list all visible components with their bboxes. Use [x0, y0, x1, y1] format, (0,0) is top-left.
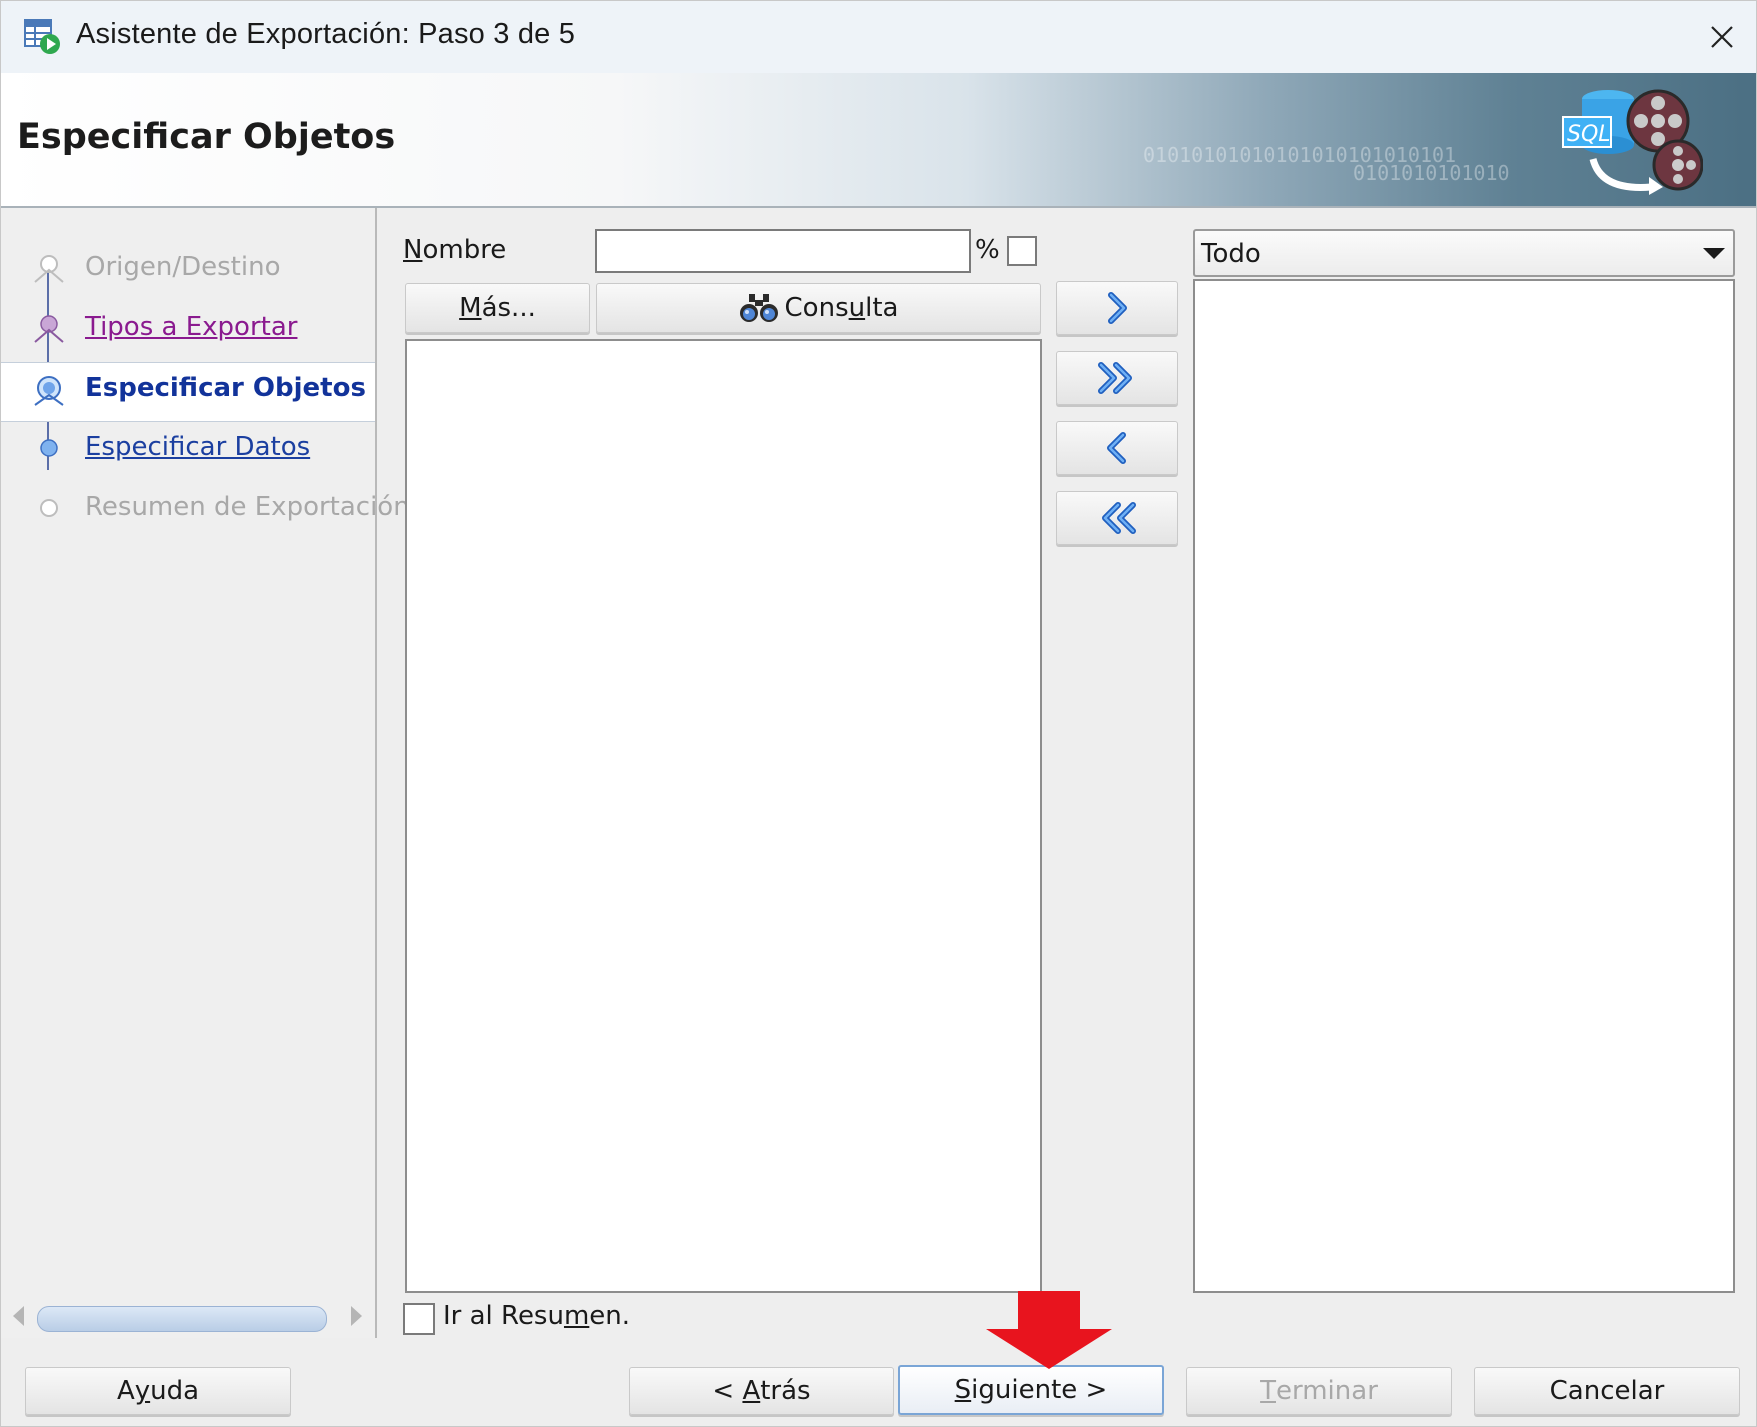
binary-decoration: 0101010101010 [1353, 161, 1510, 185]
export-wizard-dialog: Asistente de Exportación: Paso 3 de 5 Es… [0, 0, 1757, 1427]
scroll-left-icon[interactable] [13, 1306, 24, 1326]
close-icon [1711, 26, 1733, 48]
chevron-right-icon [1108, 292, 1127, 324]
goto-summary-checkbox[interactable] [403, 1303, 435, 1335]
step-resumen-de-exportacion: Resumen de Exportación [1, 482, 410, 538]
name-filter-input[interactable] [595, 229, 971, 273]
name-filter-label: Nombre [403, 235, 507, 265]
object-type-selected-value: Todo [1201, 239, 1261, 269]
available-objects-list[interactable] [405, 339, 1042, 1293]
close-button[interactable] [1686, 1, 1756, 73]
move-all-left-button[interactable] [1056, 491, 1178, 545]
steps-horizontal-scrollbar[interactable] [5, 1300, 367, 1334]
step-node-icon [34, 315, 64, 343]
step-label: Resumen de Exportación [85, 492, 410, 522]
step-label[interactable]: Especificar Datos [85, 432, 310, 462]
header-banner: Especificar Objetos 01010101010101010101… [1, 73, 1756, 208]
scroll-right-icon[interactable] [351, 1306, 362, 1326]
double-chevron-left-icon [1102, 502, 1136, 534]
window-title: Asistente de Exportación: Paso 3 de 5 [76, 18, 576, 50]
more-button[interactable]: Más... [405, 283, 590, 333]
finish-button: Terminar [1186, 1367, 1452, 1415]
object-type-select[interactable]: Todo [1193, 229, 1735, 277]
step-node-icon [40, 499, 58, 517]
move-selected-left-button[interactable] [1056, 421, 1178, 475]
double-chevron-right-icon [1098, 362, 1132, 394]
dropdown-arrow-icon [1703, 248, 1725, 259]
cancel-button[interactable]: Cancelar [1474, 1367, 1740, 1415]
step-especificar-datos[interactable]: Especificar Datos [1, 422, 375, 478]
back-button[interactable]: < Atrás [629, 1367, 894, 1415]
step-node-icon [34, 255, 64, 283]
step-especificar-objetos[interactable]: Especificar Objetos [1, 362, 375, 422]
goto-summary-label[interactable]: Ir al Resumen. [443, 1301, 630, 1331]
scrollbar-thumb[interactable] [37, 1306, 327, 1332]
page-title: Especificar Objetos [17, 117, 396, 157]
move-all-right-button[interactable] [1056, 351, 1178, 405]
move-selected-right-button[interactable] [1056, 281, 1178, 335]
red-down-arrow-icon [986, 1291, 1112, 1369]
step-label[interactable]: Tipos a Exportar [85, 312, 297, 342]
sql-art-text: SQL [1567, 122, 1611, 147]
wildcard-checkbox[interactable] [1007, 236, 1037, 266]
export-wizard-app-icon [24, 19, 60, 54]
wildcard-label: % [975, 235, 1000, 265]
binoculars-icon [739, 294, 778, 322]
selected-objects-list[interactable] [1193, 279, 1735, 1293]
step-node-icon [34, 376, 64, 406]
step-label: Origen/Destino [85, 252, 281, 282]
sql-export-film-icon: SQL [1562, 89, 1703, 195]
title-bar[interactable]: Asistente de Exportación: Paso 3 de 5 [1, 1, 1756, 73]
step-origen-destino: Origen/Destino [1, 242, 375, 298]
step-tipos-a-exportar[interactable]: Tipos a Exportar [1, 302, 375, 358]
help-button[interactable]: Ay uda [25, 1367, 291, 1415]
chevron-left-icon [1107, 432, 1126, 464]
next-button[interactable]: Siguiente > [898, 1365, 1164, 1415]
step-node-icon [40, 439, 58, 457]
step-label: Especificar Objetos [85, 373, 366, 403]
wizard-steps-nav: Origen/Destino Tipos a Exportar Especifi… [1, 208, 410, 1338]
query-button[interactable]: Cons u lta [596, 283, 1041, 333]
